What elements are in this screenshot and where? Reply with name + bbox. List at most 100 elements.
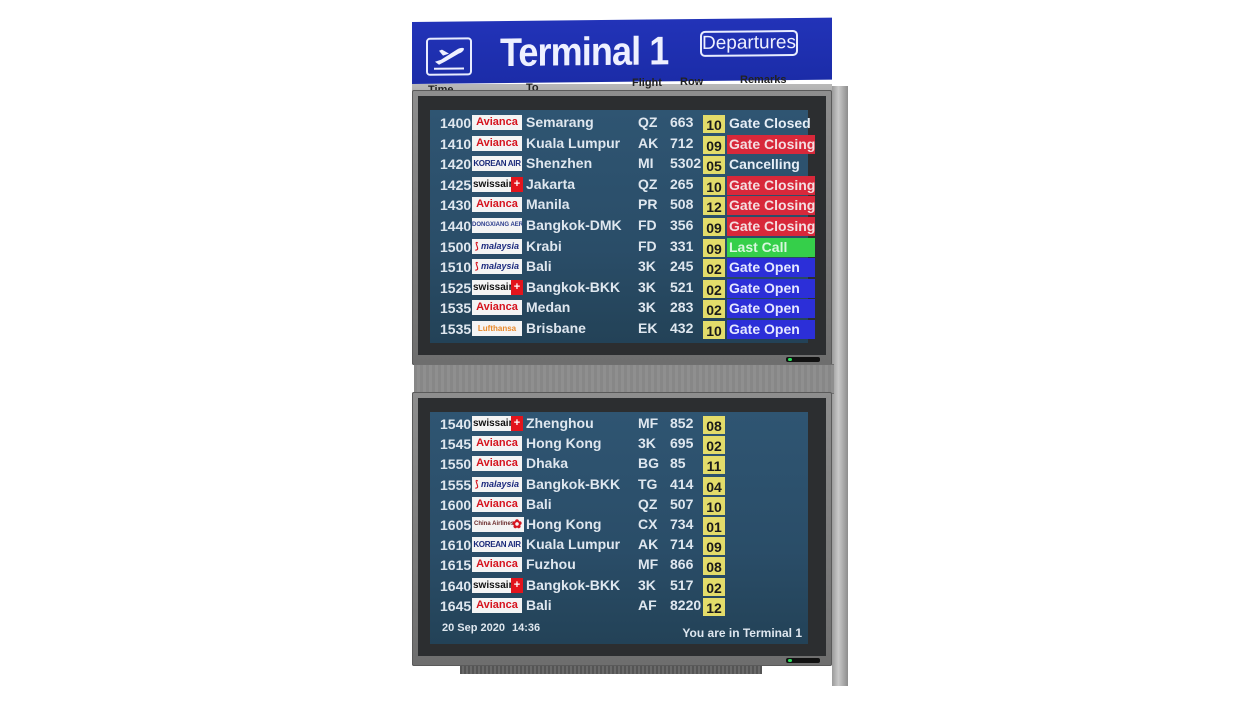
- departures-monitor-top: 1400 Avianca Semarang QZ 663 10 Gate Closed 141…: [412, 90, 832, 365]
- column-header-row: Row: [680, 76, 704, 88]
- row-badge: 02: [703, 577, 725, 596]
- remark-status: Cancelling: [729, 156, 800, 173]
- departure-time: 1615: [440, 557, 472, 574]
- airline-logo-avianca: Avianca: [472, 300, 522, 316]
- departures-monitor-bottom: 20 Sep 2020 14:36 You are in Terminal 1 …: [412, 392, 832, 674]
- flight-digits: 414: [670, 475, 694, 492]
- carrier-code: 3K: [638, 278, 656, 295]
- flight-digits: 714: [670, 536, 694, 553]
- monitor-bezel: 20 Sep 2020 14:36 You are in Terminal 1 …: [418, 398, 826, 656]
- departure-time: 1605: [440, 517, 472, 533]
- flight-digits: 508: [670, 196, 694, 213]
- airline-name: Avianca: [476, 558, 518, 571]
- airline-logo-avianca: Avianca: [472, 496, 522, 512]
- swiss-cross-icon: +: [511, 577, 523, 593]
- departure-time: 1610: [440, 537, 472, 554]
- airline-name: malaysia: [480, 261, 520, 272]
- airline-name: DONGXIANG AERO: [472, 222, 522, 228]
- airline-logo-avianca: Avianca: [472, 456, 522, 472]
- departure-time: 1400: [440, 115, 472, 131]
- destination: Jakarta: [526, 175, 576, 192]
- flight-row: 1535 Lufthansa Brisbane EK 432 10 Gate Open: [430, 319, 815, 339]
- remark-status: Gate Open: [727, 299, 815, 319]
- airline-logo-korean: KOREAN AIR: [472, 537, 522, 553]
- carrier-code: QZ: [638, 175, 658, 192]
- flight-digits: 866: [670, 556, 694, 573]
- carrier-code: TG: [638, 475, 658, 492]
- monitor-bezel: 1400 Avianca Semarang QZ 663 10 Gate Closed 141…: [418, 96, 826, 355]
- destination: Semarang: [526, 114, 594, 130]
- airline-logo-malaysia: ⟆ malaysia: [472, 476, 522, 492]
- airline-logo-swissair: swissair +: [472, 279, 523, 295]
- carrier-code: AF: [638, 596, 657, 613]
- terminal-title: Terminal 1: [500, 29, 669, 76]
- departing-plane-icon: [426, 37, 472, 76]
- flight-row: 1410 Avianca Kuala Lumpur AK 712 09 Gate Closi…: [430, 134, 815, 154]
- remark-status: Gate Closing: [727, 217, 815, 236]
- flight-row: 1600 Avianca Bali QZ 507 10: [430, 495, 808, 515]
- flight-digits: 85: [670, 455, 686, 472]
- flight-digits: 712: [670, 134, 694, 151]
- board-housing-side: [832, 86, 848, 686]
- plum-blossom-icon: ✿: [511, 517, 522, 531]
- carrier-code: AK: [638, 134, 659, 151]
- departure-time: 1525: [440, 279, 472, 296]
- destination: Hong Kong: [526, 516, 602, 532]
- row-badge: 02: [703, 279, 725, 298]
- row-badge: 12: [703, 197, 725, 216]
- carrier-code: PR: [638, 196, 658, 213]
- airline-name: Lufthansa: [477, 324, 517, 333]
- destination: Shenzhen: [526, 155, 593, 172]
- destination: Medan: [526, 299, 571, 316]
- row-badge: 10: [703, 115, 725, 133]
- carrier-code: EK: [638, 320, 658, 336]
- airline-name: swissair: [473, 418, 513, 429]
- flight-row: 1610 KOREAN AIR Kuala Lumpur AK 714 09: [430, 535, 808, 556]
- airline-name: Avianca: [476, 497, 518, 510]
- row-badge: 11: [703, 456, 725, 475]
- flight-row: 1540 swissair + Zhenghou MF 852 08: [430, 414, 808, 434]
- carrier-code: CX: [638, 516, 658, 532]
- airline-logo-china: China Airlines ✿: [472, 517, 524, 532]
- airline-logo-malaysia: ⟆ malaysia: [472, 259, 522, 275]
- airline-name: Avianca: [476, 437, 518, 450]
- flight-row: 1605 China Airlines ✿ Hong Kong CX 734 01: [430, 515, 808, 535]
- flight-digits: 507: [670, 495, 694, 512]
- flight-row: 1645 Avianca Bali AF 8220 12: [430, 596, 808, 616]
- airline-name: swissair: [473, 281, 513, 293]
- flight-digits: 356: [670, 217, 694, 233]
- airline-logo-swissair: swissair +: [472, 416, 523, 431]
- flight-board-screen: 20 Sep 2020 14:36 You are in Terminal 1 …: [430, 412, 808, 644]
- row-badge: 01: [703, 517, 725, 535]
- flight-row: 1545 Avianca Hong Kong 3K 695 02: [430, 434, 808, 455]
- location-notice: You are in Terminal 1: [682, 626, 802, 640]
- departure-time: 1545: [440, 436, 472, 453]
- remark-status: Gate Closing: [727, 175, 815, 195]
- departure-time: 1540: [440, 416, 472, 432]
- carrier-code: AK: [638, 536, 659, 553]
- swiss-cross-icon: +: [511, 279, 523, 295]
- airline-logo-avianca: Avianca: [472, 436, 522, 452]
- carrier-code: MF: [638, 415, 659, 431]
- column-header-flight: Flight: [632, 77, 662, 89]
- power-indicator: [786, 357, 820, 362]
- flight-row: 1425 swissair + Jakarta QZ 265 10 Gate Closing: [430, 175, 815, 195]
- power-led-icon: [788, 358, 792, 361]
- airline-name: swissair: [473, 579, 513, 591]
- flight-row: 1420 KOREAN AIR Shenzhen MI 5302 05 Cancelling: [430, 154, 808, 175]
- airline-name: KOREAN AIR: [473, 540, 521, 550]
- departures-badge: Departures: [700, 29, 798, 57]
- flight-digits: 331: [670, 237, 694, 254]
- remark-status: Gate Open: [727, 320, 815, 339]
- airline-name: Avianca: [476, 457, 518, 470]
- airline-name: Avianca: [476, 136, 518, 149]
- destination: Dhaka: [526, 455, 569, 472]
- carrier-code: 3K: [638, 299, 656, 316]
- destination: Fuzhou: [526, 556, 576, 573]
- flight-row: 1615 Avianca Fuzhou MF 866 08: [430, 555, 808, 576]
- row-badge: 08: [703, 557, 725, 576]
- remark-status: Last Call: [727, 237, 815, 257]
- flight-digits: 521: [670, 278, 694, 295]
- destination: Kuala Lumpur: [526, 536, 621, 553]
- departure-time: 1550: [440, 456, 472, 473]
